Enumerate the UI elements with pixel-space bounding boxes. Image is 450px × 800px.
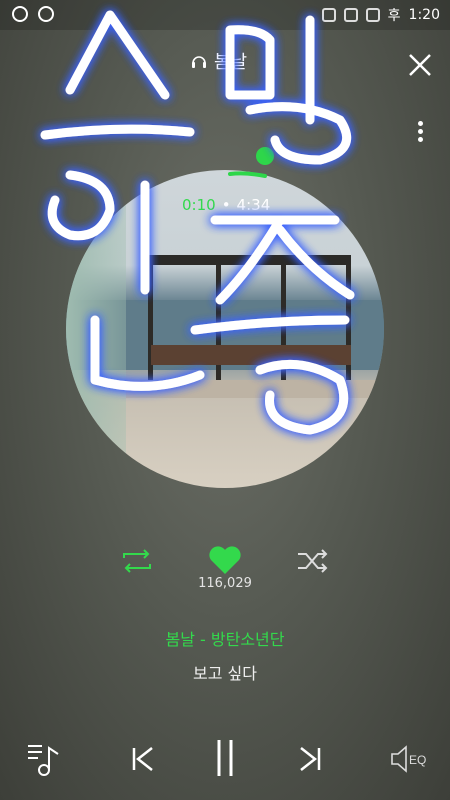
status-ampm: 후	[387, 8, 401, 24]
album-shelter-roof	[146, 255, 351, 265]
progress-arc	[228, 171, 267, 178]
previous-icon[interactable]	[128, 738, 158, 778]
close-icon[interactable]	[405, 50, 435, 80]
shuffle-icon[interactable]	[296, 548, 330, 574]
album-edge-tint	[66, 170, 126, 488]
album-floor	[126, 380, 376, 398]
playlist-icon[interactable]	[26, 738, 66, 778]
alarm-icon	[321, 8, 336, 22]
album-post	[148, 265, 153, 395]
status-time: 1:20	[408, 7, 440, 23]
current-time: 0:10	[182, 196, 216, 214]
more-icon[interactable]	[412, 118, 428, 148]
eq-icon[interactable]: EQ	[388, 738, 428, 778]
notification-icons	[12, 6, 54, 22]
headphone-icon	[192, 56, 206, 68]
heart-icon[interactable]	[207, 544, 243, 576]
album-post	[346, 265, 351, 395]
lyric-line[interactable]: 보고 싶다	[100, 660, 350, 684]
time-display: 0:10 • 4:34	[182, 196, 270, 214]
album-post	[216, 265, 221, 395]
wifi-icon	[343, 8, 358, 22]
notification-icon	[38, 6, 54, 22]
album-art	[66, 170, 384, 488]
svg-text:EQ: EQ	[409, 753, 426, 767]
song-header: 봄날	[190, 48, 247, 74]
battery-icon	[365, 8, 380, 22]
progress-handle[interactable]	[256, 147, 274, 165]
like-count: 116,029	[198, 576, 252, 591]
time-separator: •	[221, 196, 231, 214]
repeat-icon[interactable]	[120, 548, 154, 574]
status-right: 후 1:20	[321, 5, 440, 25]
total-time: 4:34	[236, 196, 271, 214]
next-icon[interactable]	[295, 738, 325, 778]
notification-icon	[12, 6, 28, 22]
page-title: 봄날	[214, 52, 248, 73]
pause-icon[interactable]	[214, 738, 236, 778]
song-title[interactable]: 봄날 - 방탄소년단	[100, 626, 350, 650]
status-bar: 후 1:20	[0, 0, 450, 30]
album-post	[281, 265, 286, 395]
album-bench	[151, 345, 351, 365]
